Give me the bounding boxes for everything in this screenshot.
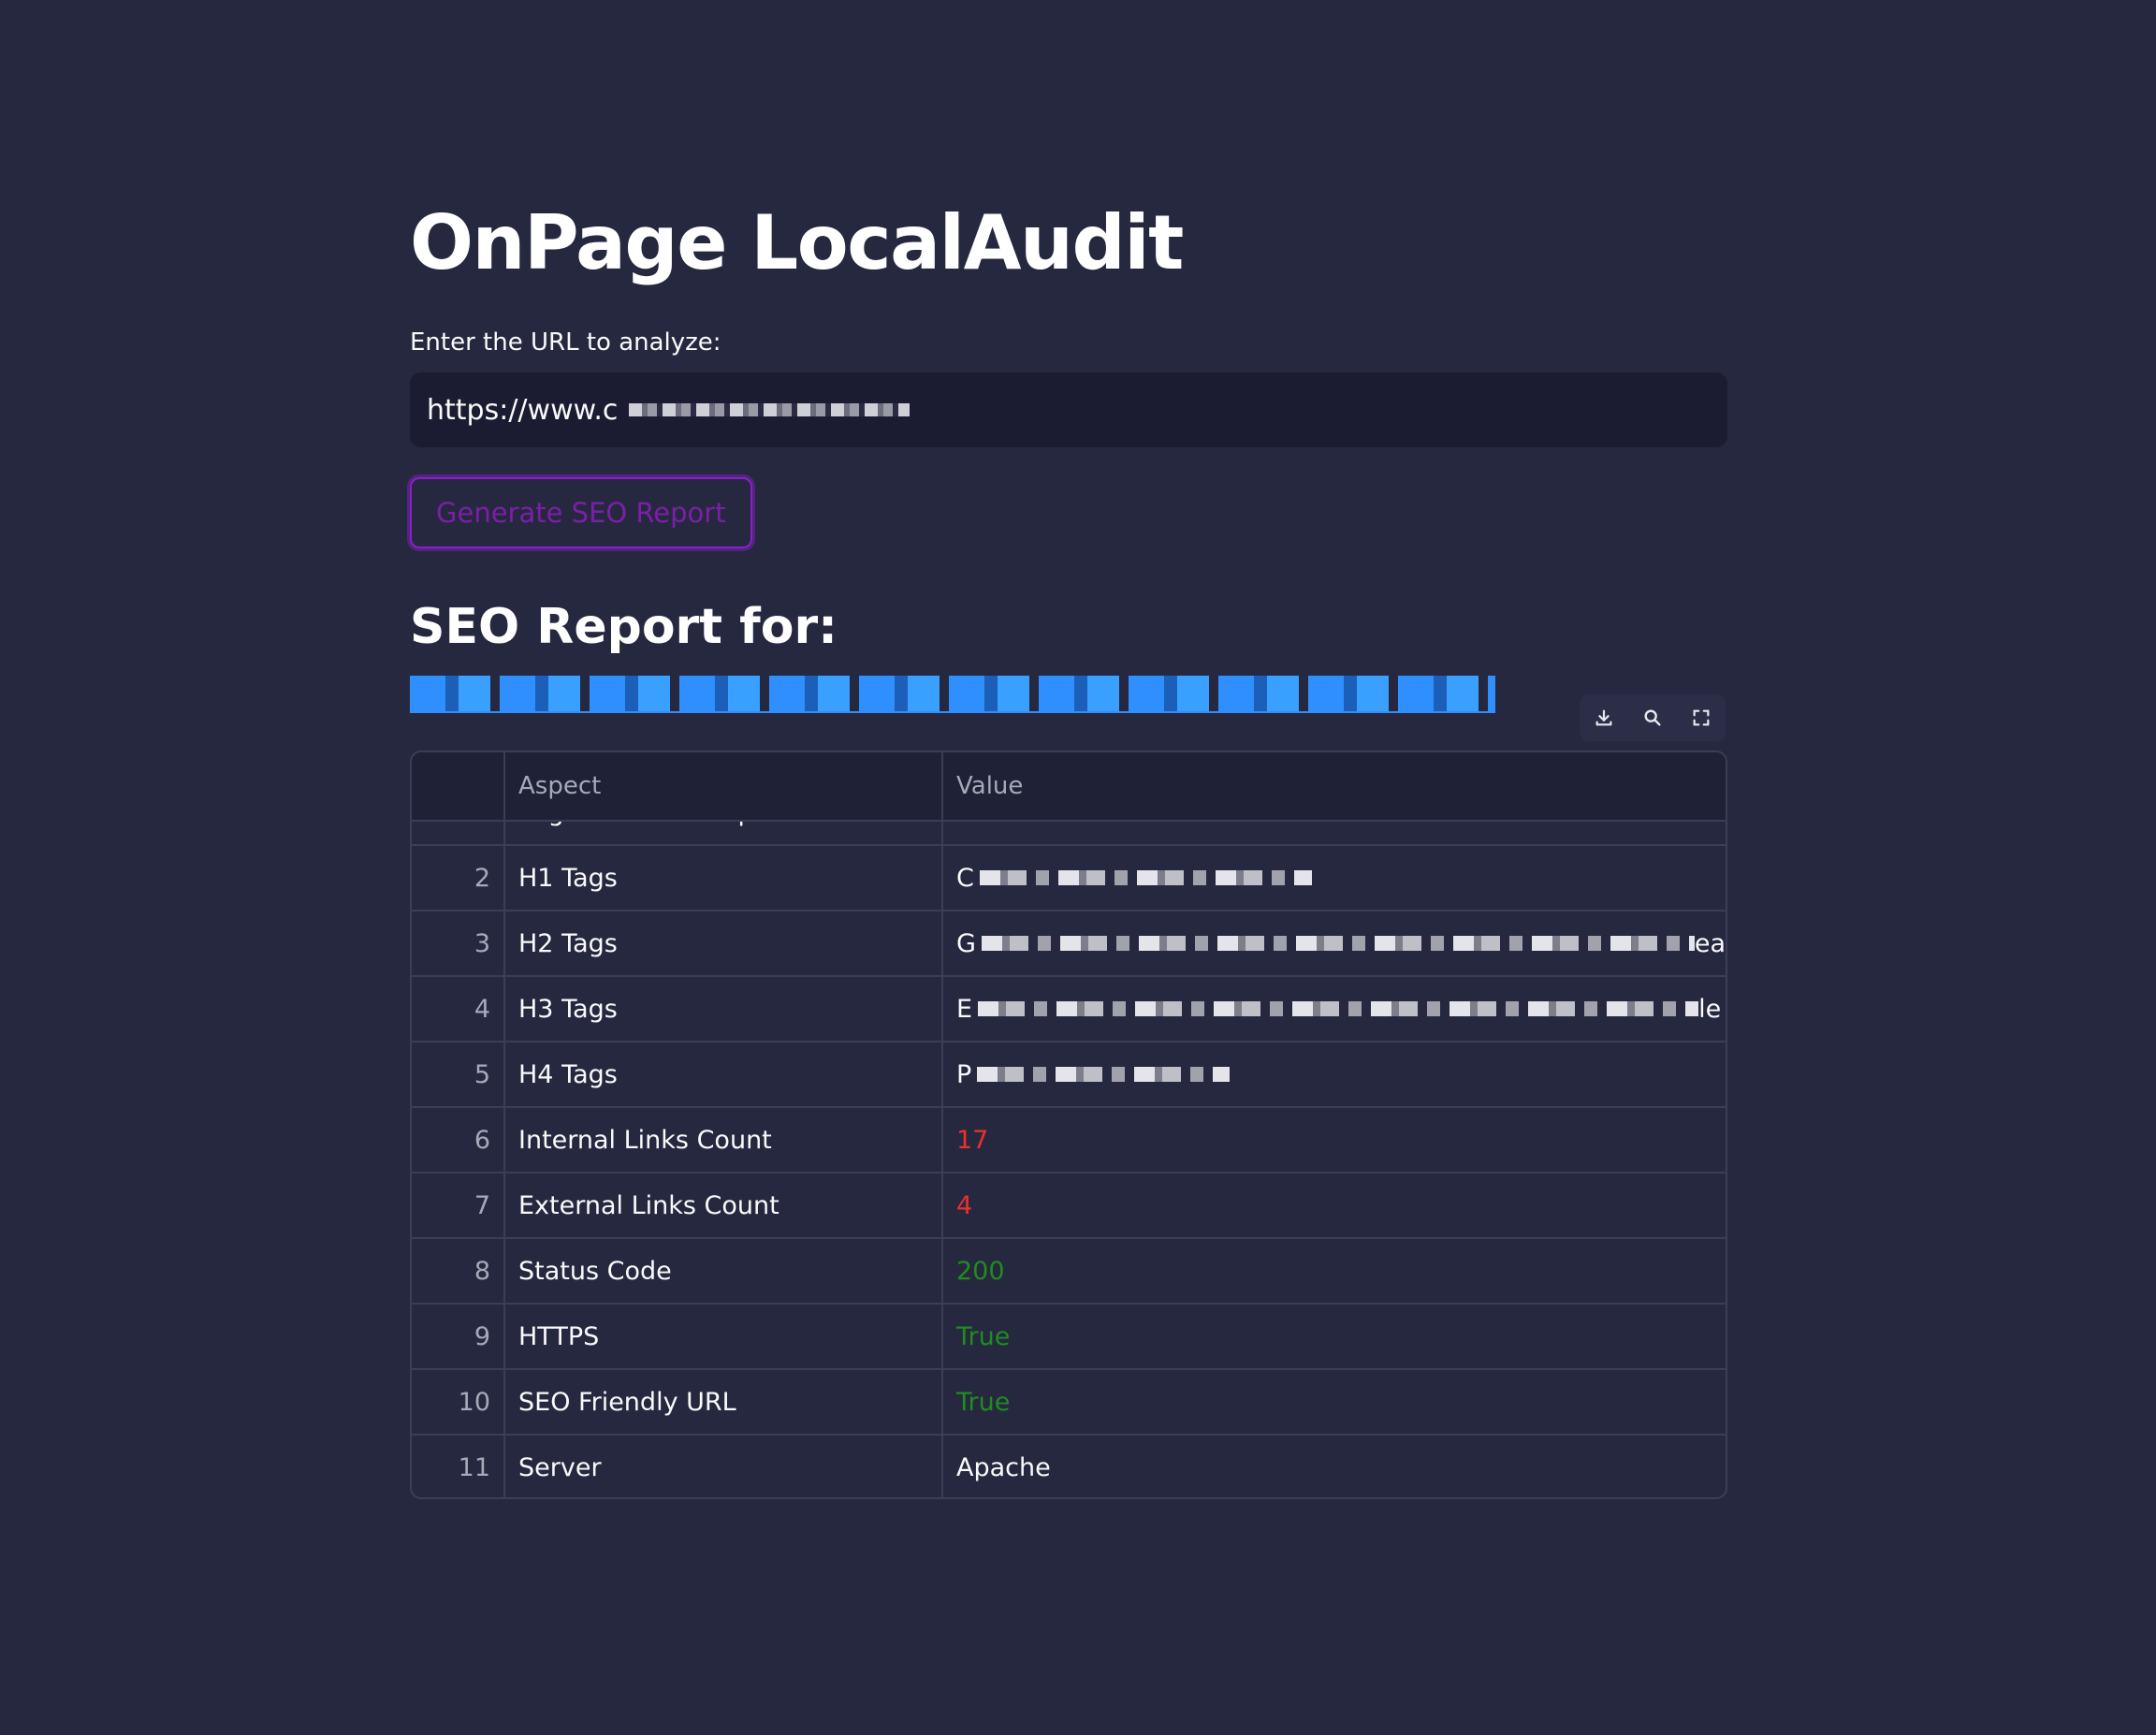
header-aspect[interactable]: Aspect [505,752,943,820]
row-value-text: P [956,1059,972,1089]
row-value: Apache [956,1452,1051,1482]
row-value: True [956,1321,1011,1351]
row-aspect: H1 Tags [505,846,943,910]
row-value: E le [943,977,1726,1041]
header-value[interactable]: Value [943,752,1726,820]
row-index: 6 [412,1108,505,1172]
row-aspect: Internal Links Count [505,1108,943,1172]
redacted-value [978,1001,1699,1016]
table-header: Aspect Value [412,752,1726,822]
row-value-tail: ea [1694,928,1726,958]
table-body: 1 Page Meta Description G un 2 H1 Tags C… [412,780,1726,1497]
page-title: OnPage LocalAudit [410,199,1184,286]
download-icon[interactable] [1590,704,1618,732]
row-index: 5 [412,1042,505,1106]
row-value: 4 [956,1190,973,1220]
search-icon[interactable] [1639,704,1667,732]
table-row[interactable]: 6 Internal Links Count 17 [412,1108,1726,1174]
row-value: 200 [956,1256,1005,1286]
table-row[interactable]: 10 SEO Friendly URL True [412,1370,1726,1436]
row-aspect: H3 Tags [505,977,943,1041]
table-row[interactable]: 9 HTTPS True [412,1305,1726,1370]
row-aspect: H4 Tags [505,1042,943,1106]
row-aspect: Status Code [505,1239,943,1303]
redacted-value [977,1067,1231,1082]
seo-report-table[interactable]: Aspect Value 1 Page Meta Description G u… [410,751,1727,1499]
table-row[interactable]: 7 External Links Count 4 [412,1174,1726,1239]
table-toolbar [1580,694,1726,741]
table-row[interactable]: 4 H3 Tags E le [412,977,1726,1042]
url-input-value: https://www.c [427,393,619,427]
row-value: G ea [943,911,1726,975]
url-input[interactable]: https://www.c [410,372,1727,447]
row-aspect: External Links Count [505,1174,943,1237]
row-value-text: G [956,928,976,958]
fullscreen-icon[interactable] [1687,704,1715,732]
row-index: 2 [412,846,505,910]
redacted-value [979,870,1312,885]
row-index: 7 [412,1174,505,1237]
row-index: 8 [412,1239,505,1303]
url-input-label: Enter the URL to analyze: [410,328,721,357]
header-index [412,752,505,820]
row-aspect: HTTPS [505,1305,943,1368]
row-value-text: C [956,863,974,893]
row-value: C [943,846,1726,910]
row-value: 17 [956,1125,989,1155]
row-value: P [943,1042,1726,1106]
table-row[interactable]: 8 Status Code 200 [412,1239,1726,1305]
table-row[interactable]: 3 H2 Tags G ea [412,911,1726,977]
redacted-value [981,936,1695,951]
row-aspect: Server [505,1436,943,1497]
row-index: 4 [412,977,505,1041]
row-index: 10 [412,1370,505,1434]
row-value-text: E [956,994,973,1024]
generate-seo-report-button[interactable]: Generate SEO Report [410,477,752,548]
report-url-link[interactable] [410,666,1495,713]
redacted-url-text [629,403,910,416]
table-row[interactable]: 11 Server Apache [412,1436,1726,1497]
table-row[interactable]: 5 H4 Tags P [412,1042,1726,1108]
row-index: 11 [412,1436,505,1497]
row-index: 9 [412,1305,505,1368]
row-value: True [956,1387,1011,1417]
table-row[interactable]: 2 H1 Tags C [412,846,1726,911]
row-index: 3 [412,911,505,975]
row-aspect: SEO Friendly URL [505,1370,943,1434]
row-value-tail: le [1698,994,1722,1024]
report-heading: SEO Report for: [410,599,838,655]
row-aspect: H2 Tags [505,911,943,975]
